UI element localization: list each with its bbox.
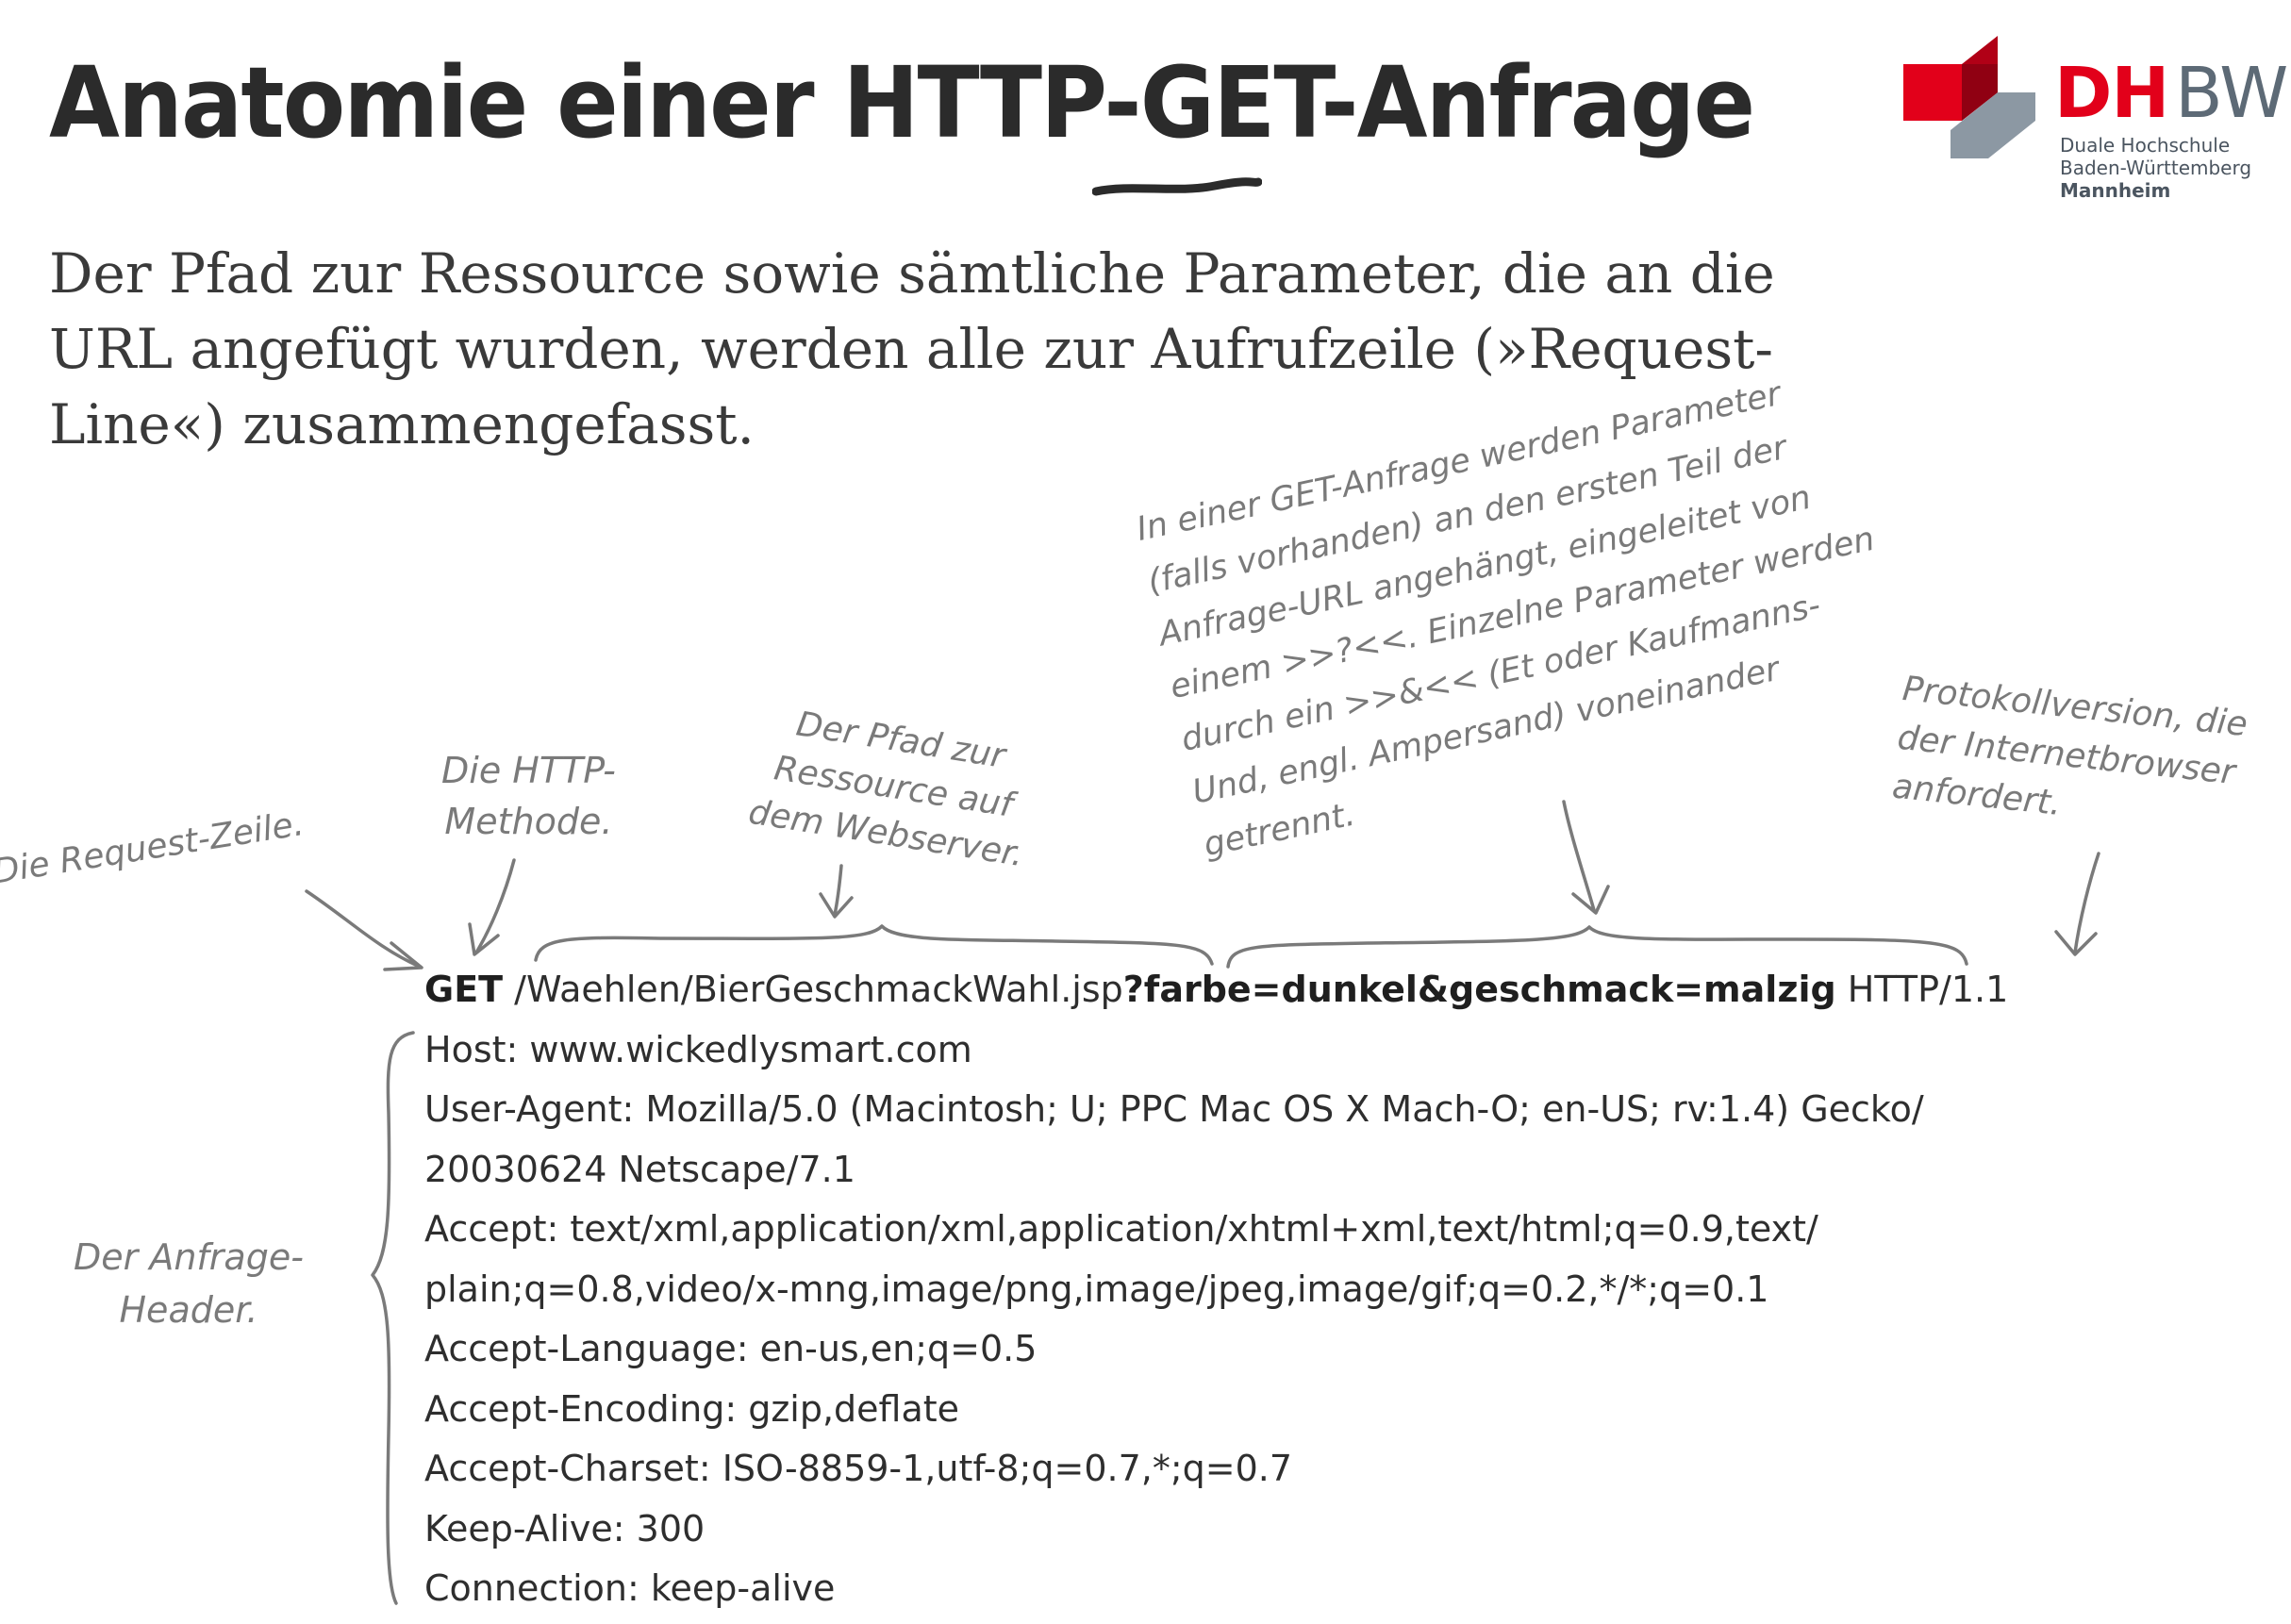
logo-subtitle: Duale Hochschule Baden-Württemberg Mannh… xyxy=(2060,134,2251,202)
arrow-path-icon xyxy=(833,864,843,917)
header-line: 20030624 Netscape/7.1 xyxy=(424,1148,855,1190)
dhbw-logo: DH BW Duale Hochschule Baden-Württemberg… xyxy=(1903,36,2290,215)
annotation-request-header: Der Anfrage- Header. xyxy=(74,1231,304,1336)
arrow-params-icon xyxy=(1562,800,1596,912)
header-line: Host: www.wickedlysmart.com xyxy=(424,1028,972,1070)
annotation-line: Der Anfrage- xyxy=(74,1236,304,1278)
request-parameters: ?farbe=dunkel&geschmack=malzig xyxy=(1122,969,1836,1010)
arrow-method-head-icon xyxy=(468,922,500,956)
header-line: Accept-Charset: ISO-8859-1,utf-8;q=0.7,*… xyxy=(424,1448,1293,1489)
arrow-path-head-icon xyxy=(819,892,854,919)
header-line: plain;q=0.8,video/x-mng,image/png,image/… xyxy=(424,1268,1769,1310)
logo-subtitle-line: Baden-Württemberg xyxy=(2060,157,2252,179)
header-line: Accept-Encoding: gzip,deflate xyxy=(424,1387,960,1430)
arrow-protocol-icon xyxy=(2073,852,2100,954)
brace-path-icon xyxy=(534,924,1214,966)
request-protocol: HTTP/1.1 xyxy=(1847,969,2009,1010)
title-underline xyxy=(1092,177,1262,196)
request-method: GET xyxy=(424,969,504,1010)
annotation-path: Der Pfad zur Ressource auf dem Webserver… xyxy=(745,696,1041,879)
dhbw-logo-mark-icon xyxy=(1903,36,2035,158)
slide: Anatomie einer HTTP-GET-Anfrage Der Pfad… xyxy=(0,0,2291,1624)
annotation-request-line: Die Request-Zeile. xyxy=(0,804,307,892)
request-path: /Waehlen/BierGeschmackWahl.jsp xyxy=(514,969,1123,1010)
brace-header-icon xyxy=(371,1031,415,1605)
arrow-protocol-head-icon xyxy=(2054,930,2098,956)
header-line: Accept: text/xml,application/xml,applica… xyxy=(424,1208,1818,1250)
intro-line: URL angefügt wurden, werden alle zur Auf… xyxy=(49,317,1774,381)
arrow-request-line-head-icon xyxy=(383,941,423,971)
header-line: User-Agent: Mozilla/5.0 (Macintosh; U; P… xyxy=(424,1088,1924,1130)
intro-paragraph: Der Pfad zur Ressource sowie sämtliche P… xyxy=(49,236,1775,462)
header-line: Connection: keep-alive xyxy=(424,1567,836,1609)
annotation-line: Header. xyxy=(119,1289,258,1331)
annotation-line: Die HTTP- xyxy=(441,750,616,791)
intro-line: Der Pfad zur Ressource sowie sämtliche P… xyxy=(49,241,1775,306)
arrow-params-head-icon xyxy=(1571,885,1610,915)
annotation-method: Die HTTP- Methode. xyxy=(441,745,616,847)
header-line: Accept-Language: en-us,en;q=0.5 xyxy=(424,1328,1038,1369)
http-request-block: GET /Waehlen/BierGeschmackWahl.jsp?farbe… xyxy=(424,960,2008,1619)
annotation-protocol: Protokollversion, die der Internetbrowse… xyxy=(1890,665,2250,848)
logo-subtitle-line: Duale Hochschule xyxy=(2060,134,2231,157)
header-line: Keep-Alive: 300 xyxy=(424,1507,706,1549)
logo-wordmark-bw: BW xyxy=(2175,53,2288,134)
logo-campus: Mannheim xyxy=(2060,179,2171,202)
arrow-method-icon xyxy=(474,858,516,954)
request-line: GET /Waehlen/BierGeschmackWahl.jsp?farbe… xyxy=(424,960,2008,1020)
page-title: Anatomie einer HTTP-GET-Anfrage xyxy=(49,45,1755,160)
logo-wordmark-dh: DH xyxy=(2054,53,2169,134)
arrow-request-line-icon xyxy=(305,889,422,969)
annotation-line: Methode. xyxy=(444,801,613,842)
